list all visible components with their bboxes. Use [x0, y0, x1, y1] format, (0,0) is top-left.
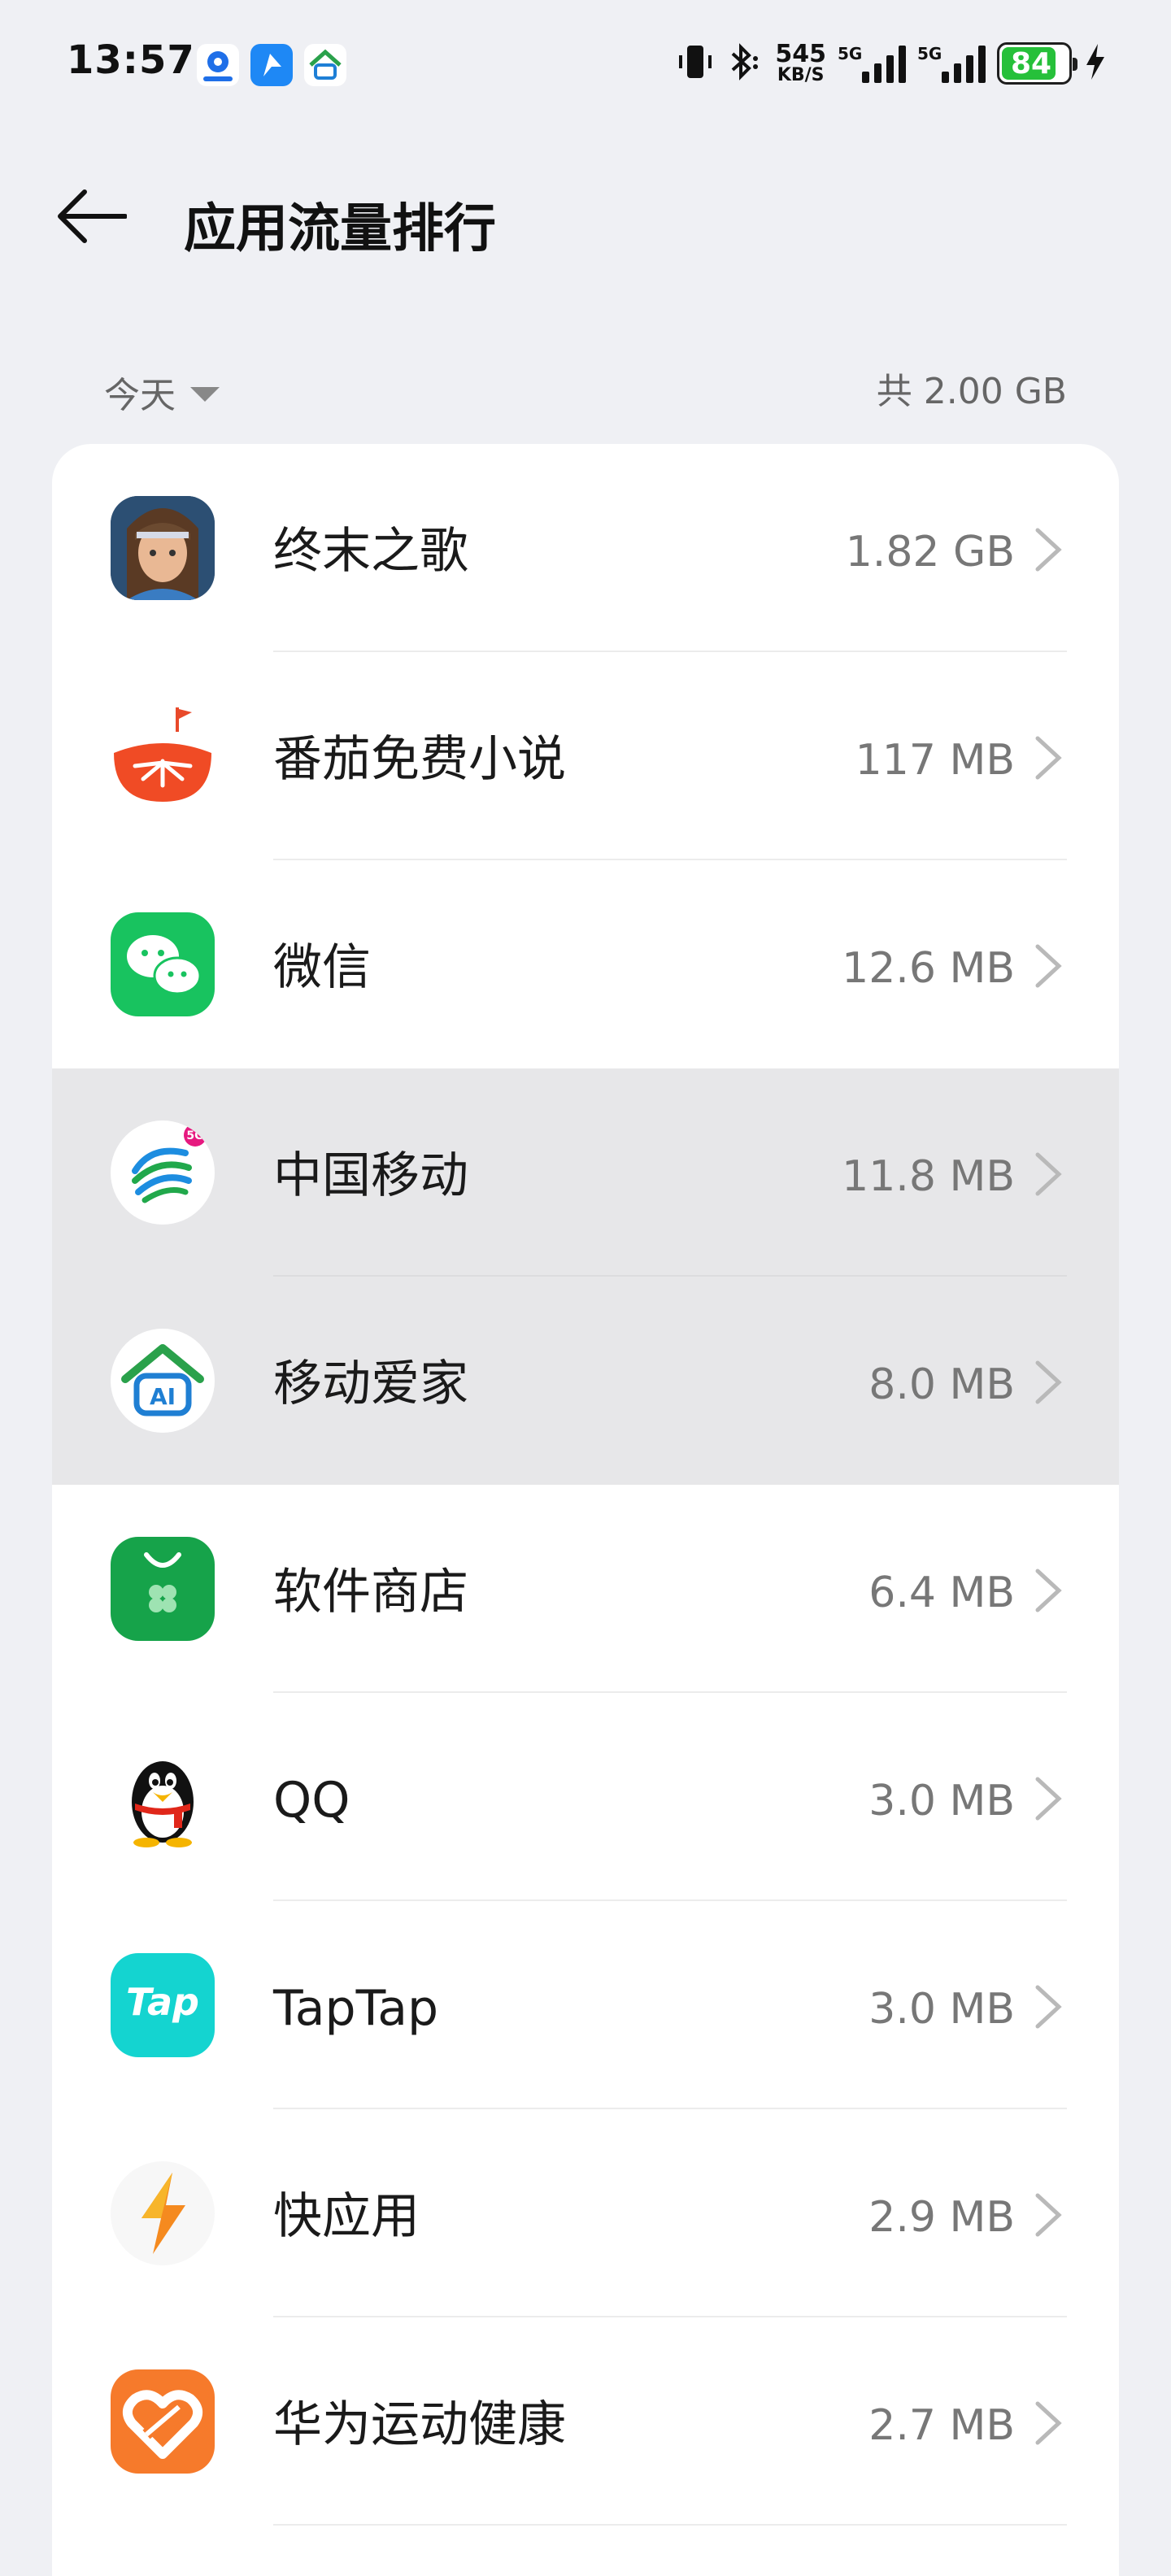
- smart-home-icon: AI: [111, 1329, 215, 1433]
- app-data-size: 8.0 MB: [868, 1360, 1015, 1409]
- svg-text:Tap: Tap: [126, 1980, 199, 2024]
- cellular-signal-1: 5G: [838, 44, 906, 83]
- penguin-icon: [111, 1745, 215, 1849]
- app-data-size: 1.82 GB: [845, 528, 1015, 577]
- notification-location-icon: [197, 44, 239, 86]
- app-data-size: 3.0 MB: [868, 1985, 1015, 2034]
- cellular-signal-2: 5G: [917, 44, 986, 83]
- battery-indicator: 84: [997, 42, 1077, 85]
- app-data-size: 11.8 MB: [842, 1152, 1015, 1201]
- app-usage-list: 终末之歌 1.82 GB 番茄免费小说 117 MB 微信 12.6 MB 5G…: [52, 444, 1119, 2576]
- app-header: 应用流量排行: [0, 163, 1171, 268]
- app-data-size: 6.4 MB: [868, 1569, 1015, 1617]
- network-speed-unit: KB/S: [777, 65, 825, 85]
- caret-down-icon: [190, 387, 220, 402]
- list-item-china-mobile[interactable]: 5G 中国移动 11.8 MB: [52, 1068, 1119, 1277]
- lightning-icon: [111, 2161, 215, 2265]
- app-name: QQ: [273, 1772, 350, 1829]
- charging-icon: [1083, 42, 1108, 85]
- chevron-right-icon: [1035, 1569, 1062, 1612]
- page-title: 应用流量排行: [184, 199, 496, 259]
- tomato-icon: [111, 704, 215, 808]
- vibrate-icon: [677, 41, 713, 86]
- list-item-zhongmozhige[interactable]: 终末之歌 1.82 GB: [52, 444, 1119, 652]
- svg-text:5G: 5G: [186, 1129, 203, 1142]
- network-speed: 545 KB/S: [775, 42, 826, 85]
- list-item-app-store[interactable]: 软件商店 6.4 MB: [52, 1485, 1119, 1693]
- signal-2-label: 5G: [917, 44, 942, 63]
- period-label: 今天: [104, 375, 176, 416]
- status-bar: 13:57 545 KB/S 5G 5G 84: [0, 0, 1171, 130]
- total-usage: 共 2.00 GB: [876, 371, 1067, 412]
- app-name: 终末之歌: [273, 523, 468, 580]
- app-data-size: 2.7 MB: [868, 2401, 1015, 2450]
- chevron-right-icon: [1035, 2401, 1062, 2445]
- list-item-qq[interactable]: QQ 3.0 MB: [52, 1693, 1119, 1901]
- list-item-quick-app[interactable]: 快应用 2.9 MB: [52, 2109, 1119, 2317]
- taptap-logo-icon: Tap: [111, 1953, 215, 2057]
- chevron-right-icon: [1035, 1985, 1062, 2029]
- status-indicators: 545 KB/S 5G 5G 84: [677, 37, 1108, 89]
- app-data-size: 3.0 MB: [868, 1777, 1015, 1825]
- health-heart-icon: [111, 2369, 215, 2474]
- list-item-mobile-aijia[interactable]: AI 移动爱家 8.0 MB: [52, 1277, 1119, 1485]
- chevron-right-icon: [1035, 2193, 1062, 2237]
- chevron-right-icon: [1035, 1152, 1062, 1196]
- china-mobile-icon: 5G: [111, 1120, 215, 1225]
- app-name: 番茄免费小说: [273, 731, 566, 788]
- app-name: 中国移动: [273, 1147, 468, 1204]
- app-name: 移动爱家: [273, 1355, 468, 1412]
- notification-home-icon: [304, 44, 346, 86]
- network-speed-value: 545: [775, 40, 826, 68]
- app-name: 华为运动健康: [273, 2396, 566, 2453]
- svg-text:AI: AI: [150, 1383, 176, 1410]
- status-time: 13:57: [67, 37, 195, 83]
- list-item-taptap[interactable]: Tap TapTap 3.0 MB: [52, 1901, 1119, 2109]
- battery-level: 84: [1010, 47, 1052, 80]
- app-data-size: 2.9 MB: [868, 2193, 1015, 2242]
- app-name: 软件商店: [273, 1564, 468, 1621]
- chevron-right-icon: [1035, 1777, 1062, 1821]
- bluetooth-icon: [725, 41, 764, 86]
- period-dropdown[interactable]: 今天: [104, 368, 220, 416]
- shopping-bag-icon: [111, 1537, 215, 1641]
- chevron-right-icon: [1035, 944, 1062, 988]
- signal-1-label: 5G: [838, 44, 863, 63]
- list-item-huawei-health[interactable]: 华为运动健康 2.7 MB: [52, 2317, 1119, 2526]
- wechat-icon: [111, 912, 215, 1016]
- chevron-right-icon: [1035, 528, 1062, 572]
- app-name: TapTap: [273, 1980, 439, 2037]
- arrow-left-icon: [55, 188, 128, 248]
- app-data-size: 12.6 MB: [842, 944, 1015, 993]
- divider: [273, 2524, 1067, 2526]
- app-name: 微信: [273, 939, 371, 996]
- chevron-right-icon: [1035, 736, 1062, 780]
- list-item-wechat[interactable]: 微信 12.6 MB: [52, 860, 1119, 1068]
- list-item-fanqie-novel[interactable]: 番茄免费小说 117 MB: [52, 652, 1119, 860]
- notification-maps-icon: [250, 44, 293, 86]
- app-data-size: 117 MB: [855, 736, 1015, 785]
- game-character-icon: [111, 496, 215, 600]
- chevron-right-icon: [1035, 1360, 1062, 1404]
- back-button[interactable]: [52, 179, 130, 257]
- app-name: 快应用: [273, 2188, 420, 2245]
